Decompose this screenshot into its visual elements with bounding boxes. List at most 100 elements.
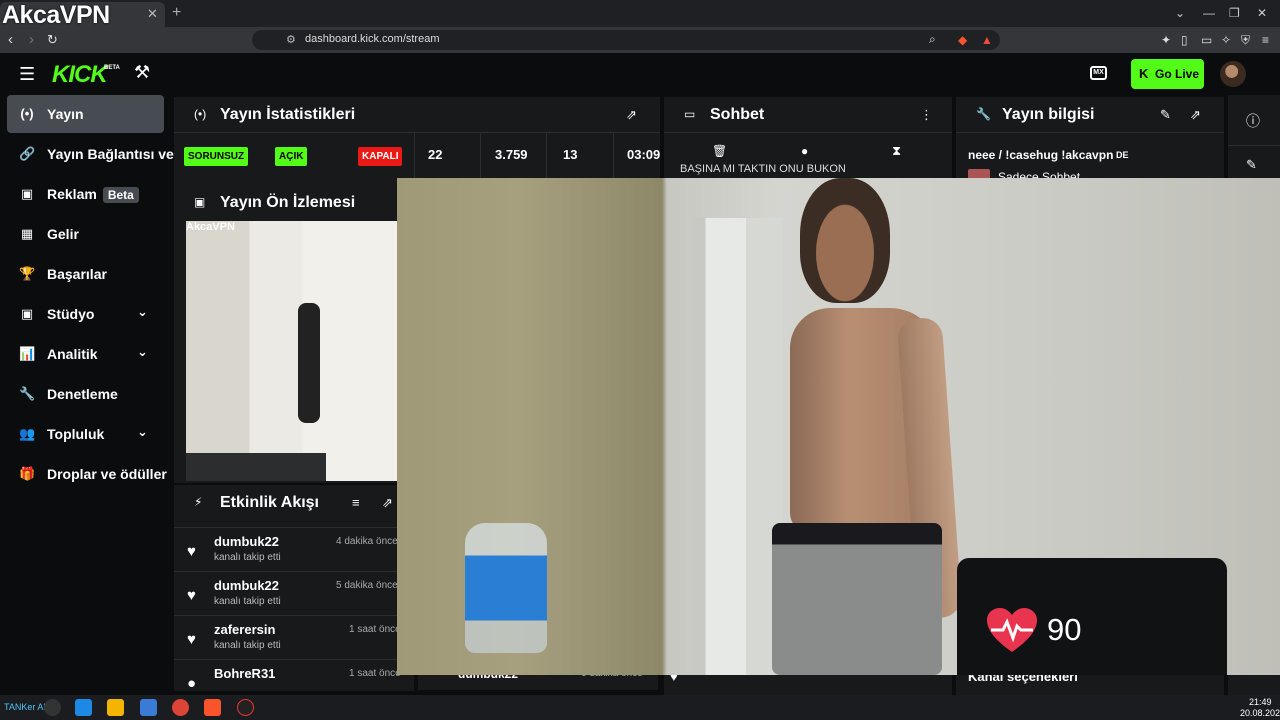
menu-icon[interactable]: ≡: [1262, 33, 1269, 47]
language-tag: DE: [1116, 150, 1129, 160]
water-bottle-shape: [465, 523, 547, 653]
heart-rate-value: 90: [1047, 612, 1082, 647]
new-tab-button[interactable]: +: [172, 4, 181, 22]
sidebar-item-stream[interactable]: (•) Yayın: [7, 95, 164, 133]
community-icon: 👥: [19, 426, 36, 441]
search-icon[interactable]: [44, 699, 61, 716]
edit-icon[interactable]: ✎: [1160, 107, 1171, 123]
panel-title: Etkinlik Akışı: [220, 494, 319, 511]
brave-icon[interactable]: [204, 699, 221, 716]
lightning-icon: ⚡: [194, 495, 203, 509]
folder-icon[interactable]: [107, 699, 124, 716]
os-taskbar: TANKer Alpay 21:49 20.08.2026: [0, 695, 1280, 720]
clock-time: 21:49: [1249, 697, 1272, 707]
go-live-label: Go Live: [1155, 67, 1200, 81]
person-shape: [772, 178, 982, 675]
sidebar-item-achievements[interactable]: 🏆 Başarılar: [7, 255, 164, 293]
heart-rate-icon: [987, 608, 1037, 652]
preview-chat-overlay: [186, 453, 326, 481]
revenue-icon: ▦: [20, 226, 34, 241]
activity-row: ● BohreR31 1 saat önce: [174, 659, 414, 691]
edge-icon[interactable]: [75, 699, 92, 716]
chevron-down-icon[interactable]: ⌄: [137, 424, 148, 440]
brave-shield-icon[interactable]: ◆: [958, 33, 967, 47]
analytics-icon: 📊: [19, 346, 36, 361]
popout-icon[interactable]: ⇗: [626, 107, 637, 123]
hamburger-menu-icon[interactable]: ☰: [19, 64, 35, 85]
stream-title: neee / !casehug !akcavpn: [968, 148, 1114, 162]
browser-tab-bar: AkcaVPN ✕ + ⌄ — ❐ ✕: [0, 0, 1280, 29]
address-bar[interactable]: ⚙ dashboard.kick.com/stream ⌕: [252, 30, 1000, 50]
activity-row: ♥ dumbuk22 4 dakika önce kanalı takip et…: [174, 527, 414, 571]
heart-icon: ♥: [187, 587, 196, 604]
chat-icon: ▭: [684, 107, 696, 121]
hourglass-icon[interactable]: ⧗: [892, 143, 901, 159]
trophy-icon: 🏆: [19, 266, 36, 281]
more-options-icon[interactable]: ⋮: [920, 107, 933, 123]
camera-feed-video[interactable]: 90: [397, 178, 1280, 675]
app-header: ☰ KICK BETA ⚒ MX K Go Live: [0, 53, 1280, 95]
sidebar-item-ads[interactable]: ▣ Reklam Beta: [7, 175, 164, 213]
back-icon[interactable]: ‹: [8, 31, 13, 48]
chevron-down-icon[interactable]: ⌄: [137, 344, 148, 360]
forward-icon[interactable]: ›: [29, 31, 34, 48]
wallet-icon[interactable]: ▭: [1201, 33, 1212, 47]
panel-title: Yayın Ön İzlemesi: [220, 194, 356, 211]
extensions-icon[interactable]: ✦: [1161, 33, 1171, 47]
multistream-icon[interactable]: MX: [1090, 66, 1107, 80]
sidebar-item-revenue[interactable]: ▦ Gelir: [7, 215, 164, 253]
stream-preview-panel: ▣ Yayın Ön İzlemesi AkcaVPN: [174, 185, 414, 483]
popout-icon[interactable]: ⇗: [382, 495, 393, 511]
ad-icon: ▣: [20, 186, 34, 201]
info-icon[interactable]: ⓘ: [1246, 111, 1260, 131]
tab-close-icon[interactable]: ✕: [147, 6, 158, 22]
site-info-icon[interactable]: ⚙: [286, 33, 296, 46]
beta-badge: Beta: [102, 187, 139, 203]
hammer-icon[interactable]: ⚒: [134, 62, 150, 83]
sidebar-item-analytics[interactable]: 📊 Analitik ⌄: [7, 335, 164, 373]
preview-watermark: AkcaVPN: [186, 221, 235, 233]
sidebar-toggle-icon[interactable]: ▯: [1181, 33, 1188, 47]
stream-health-badge: SORUNSUZ: [184, 147, 249, 166]
doorway-shape: [692, 218, 782, 675]
obs-icon[interactable]: [237, 699, 254, 716]
go-live-button[interactable]: K Go Live: [1131, 59, 1204, 89]
broadcast-icon: (•): [194, 107, 207, 121]
activity-row: ♥ zaferersin 1 saat önce kanalı takip et…: [174, 615, 414, 659]
edit-icon[interactable]: ✎: [1246, 157, 1257, 173]
sidebar-item-studio[interactable]: ▣ Stüdyo ⌄: [7, 295, 164, 333]
app-icon[interactable]: [140, 699, 157, 716]
stat-value: 03:09: [627, 147, 660, 162]
status-open-badge: AÇIK: [275, 147, 308, 166]
heart-icon: ♥: [187, 543, 196, 560]
sidebar-item-moderation[interactable]: 🔧 Denetleme: [7, 375, 164, 413]
sidebar-item-stream-link[interactable]: 🔗 Yayın Bağlantısı ve: [7, 135, 174, 173]
chrome-icon[interactable]: [172, 699, 189, 716]
close-window-button[interactable]: ✕: [1257, 6, 1267, 20]
chat-bubble-icon[interactable]: ●: [801, 144, 808, 158]
brave-rewards-icon[interactable]: ▲: [981, 33, 993, 47]
popout-icon[interactable]: ⇗: [1190, 107, 1201, 123]
trash-icon[interactable]: 🗑: [712, 144, 727, 158]
gift-icon: ●: [187, 675, 197, 691]
sidebar-item-community[interactable]: 👥 Topluluk ⌄: [7, 415, 164, 453]
stream-preview-video[interactable]: AkcaVPN: [186, 221, 398, 481]
kick-logo[interactable]: KICK: [52, 61, 108, 89]
user-avatar[interactable]: [1220, 61, 1246, 87]
zoom-icon[interactable]: ⌕: [929, 32, 936, 47]
stat-value: 3.759: [495, 147, 528, 162]
leo-ai-icon[interactable]: ✧: [1221, 33, 1231, 47]
reload-icon[interactable]: ↻: [47, 32, 58, 48]
vpn-icon[interactable]: ⛨: [1241, 33, 1250, 48]
chat-message: BAŞINA MI TAKTIN ONU BUKON: [680, 163, 846, 175]
tab-search-icon[interactable]: ⌄: [1175, 6, 1185, 20]
chevron-down-icon[interactable]: ⌄: [137, 304, 148, 320]
link-icon: 🔗: [19, 146, 36, 161]
filter-icon[interactable]: ≡: [352, 495, 360, 510]
minimize-button[interactable]: —: [1203, 6, 1215, 20]
maximize-button[interactable]: ❐: [1229, 6, 1240, 20]
sidebar-item-drops[interactable]: 🎁 Droplar ve ödüller: [7, 455, 167, 493]
coat-shape: [298, 303, 320, 423]
panel-title: Yayın İstatistikleri: [220, 106, 356, 123]
brand-watermark: AkcaVPN: [2, 1, 110, 29]
